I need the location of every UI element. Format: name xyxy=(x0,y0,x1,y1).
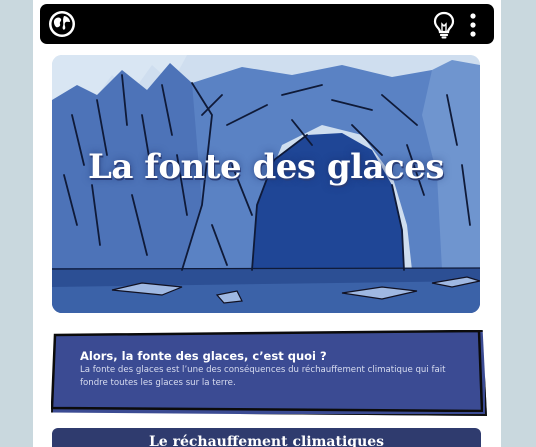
hero-title: La fonte des glaces xyxy=(87,147,445,187)
page: La fonte des glaces Alors, la fonte des … xyxy=(33,0,501,447)
kebab-menu-icon[interactable] xyxy=(466,12,480,38)
top-bar xyxy=(40,4,494,44)
info-card-title: Alors, la fonte des glaces, c’est quoi ? xyxy=(80,349,327,363)
section-title: Le réchauffement climatiques xyxy=(148,434,385,447)
info-card-text: La fonte des glaces est l’une des conséq… xyxy=(80,365,446,388)
globe-icon[interactable] xyxy=(48,10,76,38)
hero-banner: La fonte des glaces xyxy=(52,55,480,313)
lightbulb-icon[interactable] xyxy=(432,11,456,39)
section-header: Le réchauffement climatiques xyxy=(52,428,481,447)
